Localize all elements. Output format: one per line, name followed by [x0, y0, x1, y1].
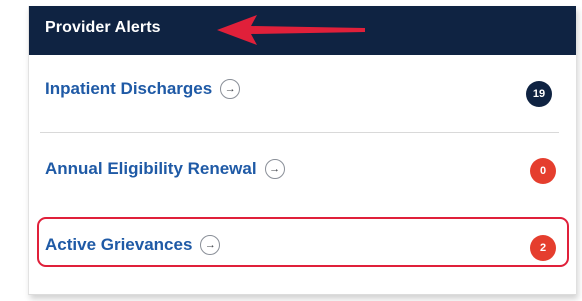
alert-label: Annual Eligibility Renewal [45, 159, 257, 178]
card-header: Provider Alerts [29, 6, 576, 55]
arrow-right-circle-icon[interactable]: → [264, 159, 285, 179]
alert-link-inpatient-discharges[interactable]: Inpatient Discharges → [45, 79, 241, 99]
screenshot-stage: Provider Alerts Inpatient Discharges → 1… [0, 0, 582, 301]
alert-label: Inpatient Discharges [45, 79, 213, 98]
provider-alerts-card: Provider Alerts Inpatient Discharges → 1… [28, 6, 576, 295]
alert-row-annual-eligibility-renewal[interactable]: Annual Eligibility Renewal → 0 [40, 134, 559, 198]
card-title: Provider Alerts [45, 19, 161, 36]
alert-link-annual-eligibility-renewal[interactable]: Annual Eligibility Renewal → [45, 159, 285, 179]
row-divider [40, 132, 559, 133]
alert-count-badge: 19 [526, 81, 552, 107]
alert-row-inpatient-discharges[interactable]: Inpatient Discharges → 19 [40, 58, 559, 122]
annotation-highlight-box [37, 217, 569, 267]
annotation-arrow-icon [217, 15, 365, 45]
alert-count-badge: 0 [530, 158, 556, 184]
arrow-right-circle-icon[interactable]: → [220, 79, 241, 99]
